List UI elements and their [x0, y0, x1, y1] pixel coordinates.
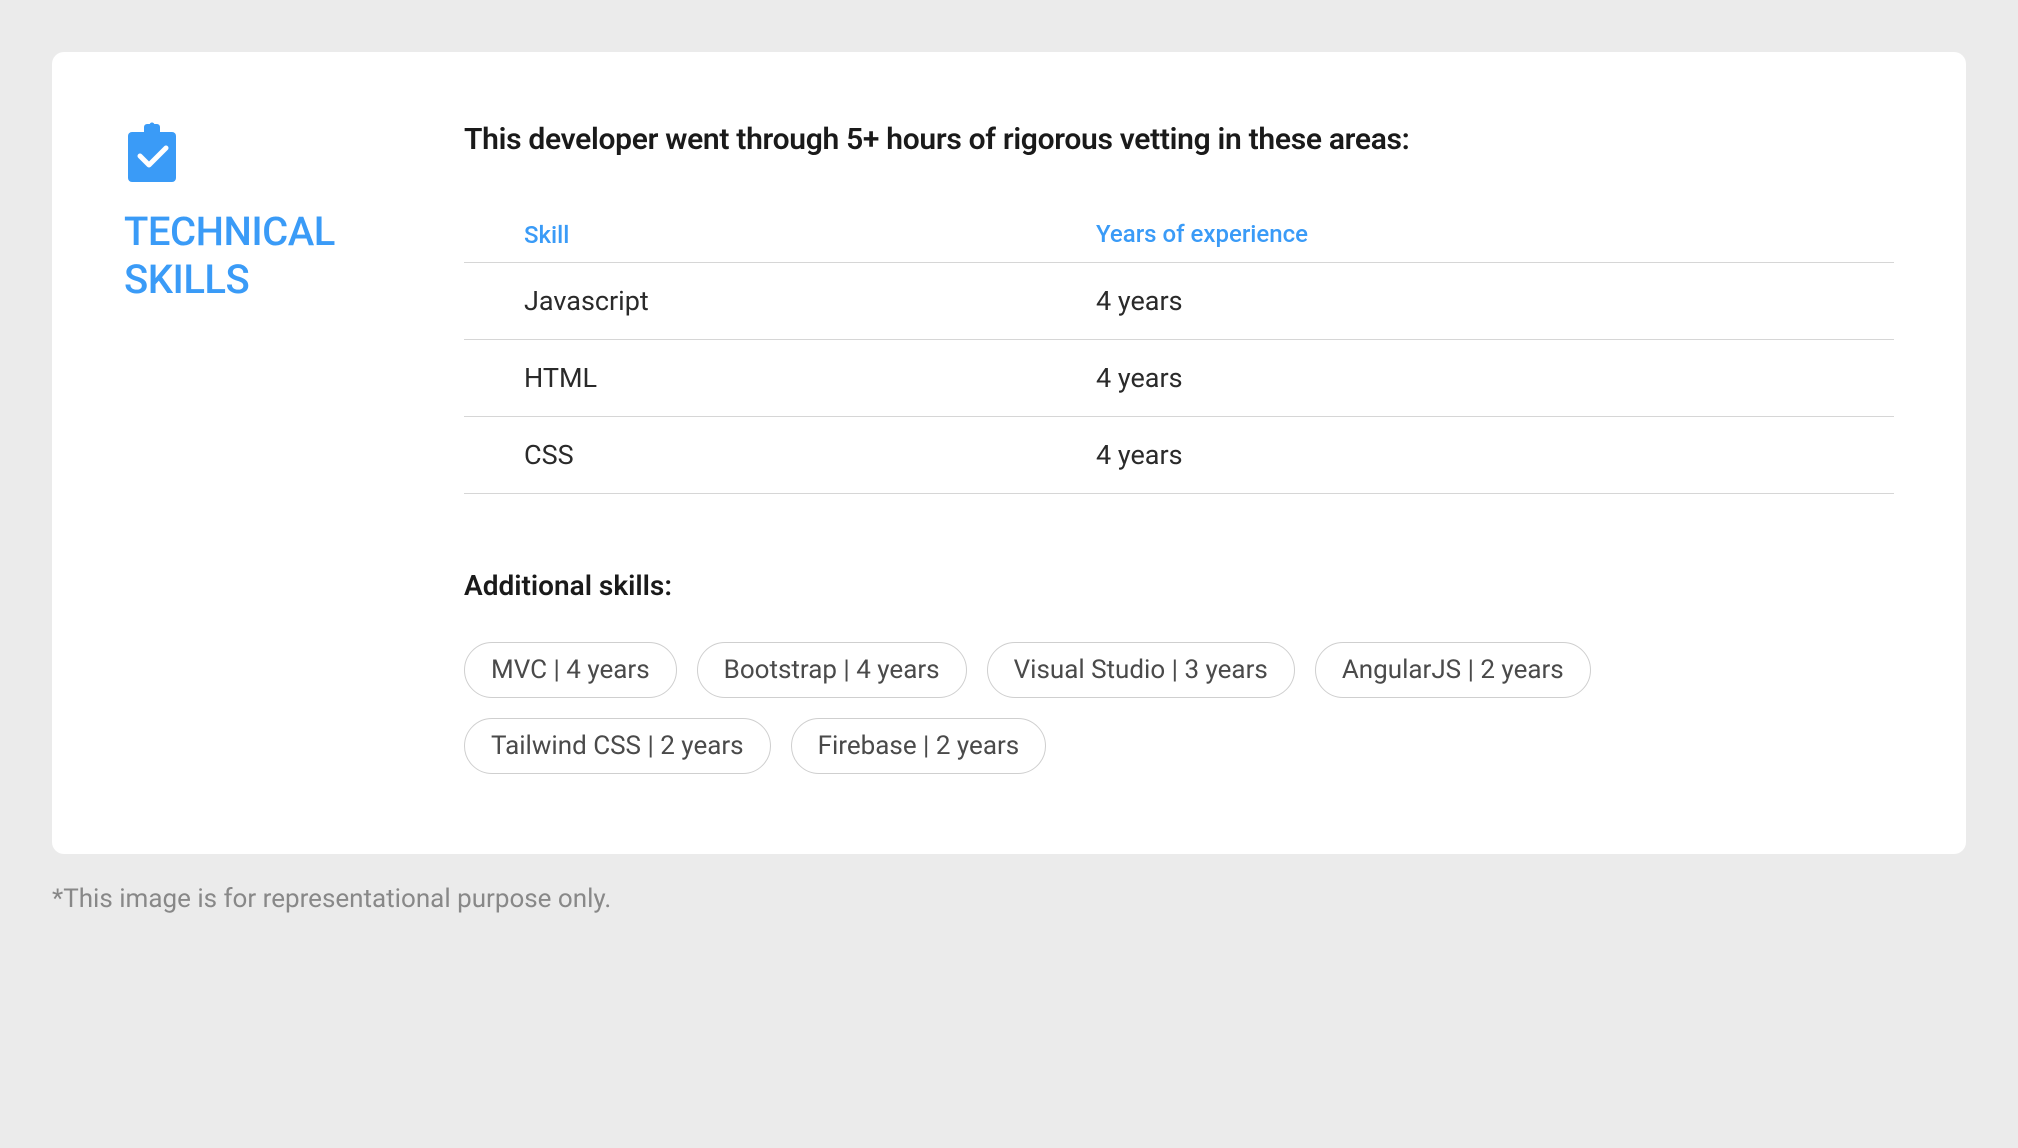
- additional-skills-title: Additional skills:: [464, 569, 1894, 602]
- experience-cell: 4 years: [1036, 417, 1894, 494]
- right-column: This developer went through 5+ hours of …: [464, 122, 1894, 774]
- left-column: TECHNICAL SKILLS: [124, 122, 344, 774]
- table-row: HTML 4 years: [464, 340, 1894, 417]
- skill-pill: AngularJS | 2 years: [1315, 642, 1591, 698]
- table-row: CSS 4 years: [464, 417, 1894, 494]
- experience-cell: 4 years: [1036, 340, 1894, 417]
- table-row: Javascript 4 years: [464, 263, 1894, 340]
- skill-pill: Firebase | 2 years: [791, 718, 1047, 774]
- intro-text: This developer went through 5+ hours of …: [464, 122, 1894, 157]
- clipboard-check-icon: [124, 122, 180, 184]
- skill-cell: CSS: [464, 417, 1036, 494]
- table-header-skill: Skill: [464, 207, 1036, 263]
- skill-pill: Visual Studio | 3 years: [987, 642, 1295, 698]
- skill-pill: Bootstrap | 4 years: [697, 642, 967, 698]
- skill-pill: MVC | 4 years: [464, 642, 677, 698]
- skill-cell: HTML: [464, 340, 1036, 417]
- disclaimer-text: *This image is for representational purp…: [52, 884, 1966, 914]
- section-title: TECHNICAL SKILLS: [124, 208, 344, 304]
- skill-pill: Tailwind CSS | 2 years: [464, 718, 771, 774]
- skill-pills-container: MVC | 4 years Bootstrap | 4 years Visual…: [464, 642, 1894, 774]
- skill-cell: Javascript: [464, 263, 1036, 340]
- table-header-experience: Years of experience: [1036, 207, 1894, 263]
- experience-cell: 4 years: [1036, 263, 1894, 340]
- skills-table: Skill Years of experience Javascript 4 y…: [464, 207, 1894, 494]
- technical-skills-card: TECHNICAL SKILLS This developer went thr…: [52, 52, 1966, 854]
